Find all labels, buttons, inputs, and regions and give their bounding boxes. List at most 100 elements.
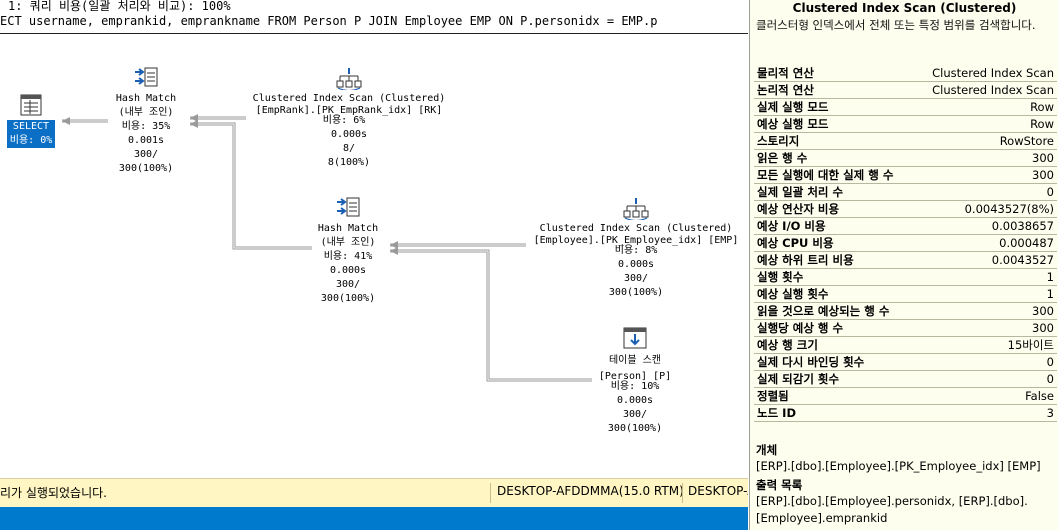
property-key: 스토리지 xyxy=(754,132,914,150)
property-value: RowStore xyxy=(913,132,1057,150)
plan-node-cis-emprank[interactable]: Clustered Index Scan (Clustered) [EmpRan… xyxy=(236,66,462,170)
output-list-label: 출력 목록 xyxy=(756,478,803,492)
property-key: 실제 실행 모드 xyxy=(754,98,914,116)
property-value: 300 xyxy=(913,319,1057,337)
property-row: 스토리지 RowStore xyxy=(754,132,1057,150)
status-server: DESKTOP-AFDDMMA(15.0 RTM) xyxy=(497,484,684,498)
plan-node-hash-match-2[interactable]: Hash Match (내부 조인) 비용: 41% 0.000s 300/ 3… xyxy=(302,196,394,306)
property-value: Row xyxy=(913,98,1057,116)
table-scan-icon xyxy=(623,327,647,349)
property-value: Clustered Index Scan xyxy=(913,65,1057,82)
property-key: 물리적 연산 xyxy=(754,65,914,82)
status-message: 리가 실행되었습니다. xyxy=(0,486,107,500)
status-server-2: DESKTOP-A xyxy=(688,484,748,498)
property-key: 실행당 예상 행 수 xyxy=(754,319,914,337)
property-row: 예상 실행 모드 Row xyxy=(754,115,1057,133)
property-key: 예상 실행 횟수 xyxy=(754,285,914,303)
node-rows: 300/ xyxy=(133,149,159,160)
plan-node-select[interactable]: SELECT 비용: 0% xyxy=(2,92,60,148)
property-key: 노드 ID xyxy=(754,404,914,422)
property-row: 예상 실행 횟수 1 xyxy=(754,285,1057,303)
property-key: 예상 행 크기 xyxy=(754,336,914,354)
plan-node-hash-match-1[interactable]: Hash Match (내부 조인) 비용: 35% 0.001s 300/ 3… xyxy=(100,66,192,176)
property-key: 예상 하위 트리 비용 xyxy=(754,251,914,269)
property-value: 0.0043527(8%) xyxy=(913,200,1057,218)
property-row: 실제 되감기 횟수 0 xyxy=(754,370,1057,388)
property-key: 실제 일괄 처리 수 xyxy=(754,183,914,201)
property-value: 0.000487 xyxy=(913,234,1057,252)
object-value: [ERP].[dbo].[Employee].[PK_Employee_idx]… xyxy=(756,459,1041,473)
status-separator xyxy=(682,483,683,503)
property-key: 모든 실행에 대한 실제 행 수 xyxy=(754,166,914,184)
property-row: 예상 하위 트리 비용 0.0043527 xyxy=(754,251,1057,269)
operator-tooltip: Clustered Index Scan (Clustered) 클러스터형 인… xyxy=(749,0,1058,530)
property-value: 300 xyxy=(913,149,1057,167)
property-row: 모든 실행에 대한 실제 행 수 300 xyxy=(754,166,1057,184)
node-rows: 300/ xyxy=(622,409,648,420)
property-value: Clustered Index Scan xyxy=(913,81,1057,99)
status-bar: 리가 실행되었습니다. DESKTOP-AFDDMMA(15.0 RTM) DE… xyxy=(0,478,748,507)
property-row: 논리적 연산 Clustered Index Scan xyxy=(754,81,1057,99)
property-value: 3 xyxy=(913,404,1057,422)
hash-match-icon xyxy=(135,67,158,87)
property-value: 0.0043527 xyxy=(913,251,1057,269)
plan-node-cis-employee[interactable]: Clustered Index Scan (Clustered) [Employ… xyxy=(520,196,748,300)
node-label: SELECT xyxy=(12,121,50,132)
node-name: Hash Match xyxy=(115,93,177,104)
property-row: 읽을 것으로 예상되는 행 수 300 xyxy=(754,302,1057,320)
node-subtitle: (내부 조인) xyxy=(118,107,174,118)
object-label: 개체 xyxy=(756,443,778,457)
node-time: 0.000s xyxy=(330,129,368,140)
property-row: 실행당 예상 행 수 300 xyxy=(754,319,1057,337)
property-row: 물리적 연산 Clustered Index Scan xyxy=(754,65,1057,82)
node-time: 0.000s xyxy=(616,395,654,406)
node-row-pct: 300(100%) xyxy=(320,293,376,304)
select-icon xyxy=(20,94,42,116)
property-key: 읽은 행 수 xyxy=(754,149,914,167)
property-row: 노드 ID 3 xyxy=(754,404,1057,422)
node-cost: 비용: 35% xyxy=(121,121,171,132)
node-time: 0.000s xyxy=(617,259,655,270)
node-row-pct: 300(100%) xyxy=(608,287,664,298)
property-value: 300 xyxy=(913,166,1057,184)
property-key: 실제 되감기 횟수 xyxy=(754,370,914,388)
execution-plan-canvas[interactable]: 1: 쿼리 비용(일괄 처리와 비교): 100% ECT username, … xyxy=(0,0,748,478)
property-value: 0.0038657 xyxy=(913,217,1057,235)
bottom-bar xyxy=(0,507,748,530)
property-key: 예상 연산자 비용 xyxy=(754,200,914,218)
property-row: 실행 횟수 1 xyxy=(754,268,1057,286)
node-row-pct: 8(100%) xyxy=(327,157,371,168)
node-time: 0.001s xyxy=(127,135,165,146)
property-row: 예상 연산자 비용 0.0043527(8%) xyxy=(754,200,1057,218)
property-row: 실제 다시 바인딩 횟수 0 xyxy=(754,353,1057,371)
property-value: 0 xyxy=(913,370,1057,388)
property-key: 실행 횟수 xyxy=(754,268,914,286)
property-value: Row xyxy=(913,115,1057,133)
node-rows: 8/ xyxy=(342,143,356,154)
properties-table: 물리적 연산 Clustered Index Scan 논리적 연산 Clustere… xyxy=(754,65,1057,422)
property-value: 0 xyxy=(913,183,1057,201)
clustered-index-scan-icon xyxy=(623,198,649,220)
property-row: 정렬됨 False xyxy=(754,387,1057,405)
node-subtitle: (내부 조인) xyxy=(320,237,376,248)
tooltip-description: 클러스터형 인덱스에서 전체 또는 특정 범위를 검색합니다. xyxy=(756,18,1036,32)
property-value: 15바이트 xyxy=(913,336,1057,354)
property-key: 예상 I/O 비용 xyxy=(754,217,914,235)
property-value: 1 xyxy=(913,268,1057,286)
property-key: 정렬됨 xyxy=(754,387,914,405)
node-row-pct: 300(100%) xyxy=(118,163,174,174)
property-key: 실제 다시 바인딩 횟수 xyxy=(754,353,914,371)
plan-node-table-scan-person[interactable]: 테이블 스캔 [Person] [P] 비용: 10% 0.000s 300/ … xyxy=(580,326,690,436)
output-list-value: [ERP].[dbo].[Employee].personidx, [ERP].… xyxy=(756,494,1028,525)
property-key: 읽을 것으로 예상되는 행 수 xyxy=(754,302,914,320)
property-key: 예상 CPU 비용 xyxy=(754,234,914,252)
node-row-pct: 300(100%) xyxy=(607,423,663,434)
property-value: 300 xyxy=(913,302,1057,320)
status-separator xyxy=(490,483,491,503)
node-cost: 비용: 41% xyxy=(323,251,373,262)
property-key: 논리적 연산 xyxy=(754,81,914,99)
tooltip-title: Clustered Index Scan (Clustered) xyxy=(792,1,1017,15)
clustered-index-scan-icon xyxy=(336,68,362,90)
node-cost: 비용: 10% xyxy=(610,381,660,392)
property-value: 1 xyxy=(913,285,1057,303)
